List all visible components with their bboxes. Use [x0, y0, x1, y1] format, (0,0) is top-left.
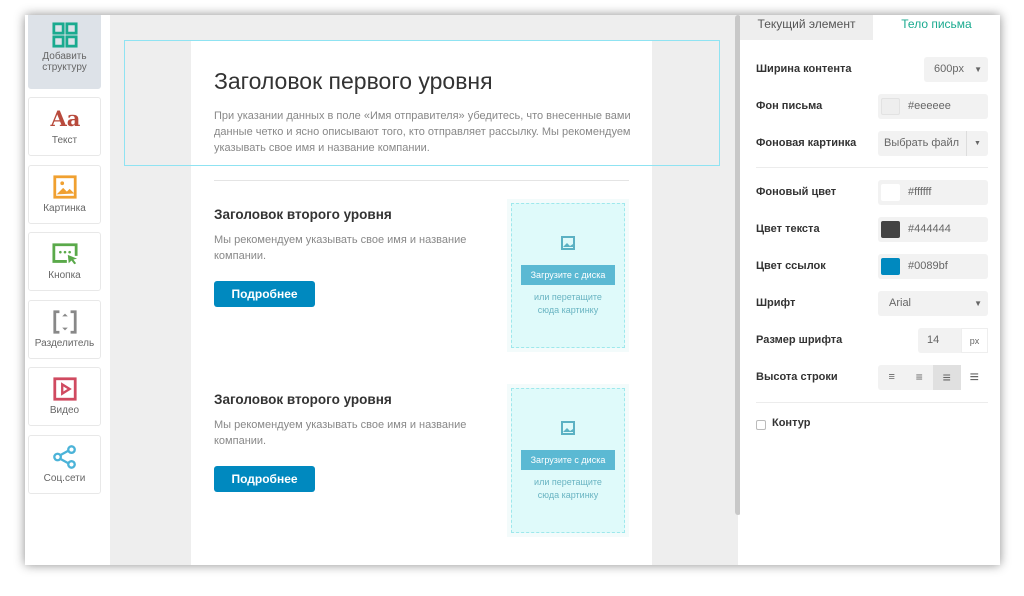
block-text: Мы рекомендуем указывать свое имя и назв… [214, 234, 467, 262]
email-canvas: Заголовок первого уровня При указании да… [110, 15, 741, 565]
tool-label: Видео [49, 405, 80, 416]
tool-label: Картинка [43, 203, 86, 214]
drop-hint: или перетащите сюда картинку [534, 292, 602, 315]
upload-button[interactable]: Загрузите с диска [521, 450, 615, 470]
mail-bg-label: Фон письма [756, 100, 823, 112]
tool-label: Кнопка [48, 270, 81, 281]
bg-color-field[interactable]: #ffffff [878, 180, 988, 205]
mail-bg-value: #eeeeee [908, 100, 951, 112]
choose-file-label: Выбрать файл [884, 137, 960, 149]
image-tool[interactable]: Картинка [28, 165, 101, 224]
content-width-select[interactable]: 600px ▼ [924, 57, 988, 82]
text-color-field[interactable]: #444444 [878, 217, 988, 242]
text-color-value: #444444 [908, 223, 951, 235]
tool-label: Соц.сети [43, 473, 86, 484]
divider [214, 180, 629, 181]
social-tool[interactable]: Соц.сети [28, 435, 101, 494]
link-color-field[interactable]: #0089bf [878, 254, 988, 279]
link-color-label: Цвет ссылок [756, 260, 826, 272]
font-size-unit: px [961, 328, 988, 353]
image-dropzone[interactable]: Загрузите с диска или перетащите сюда ка… [507, 199, 629, 352]
font-size-value: 14 [927, 334, 940, 346]
line-height-group: ≡ ≡ ≡ ≡ [878, 365, 988, 390]
font-size-label: Размер шрифта [756, 334, 843, 346]
video-tool[interactable]: Видео [28, 367, 101, 426]
font-select[interactable]: Arial ▼ [878, 291, 988, 316]
selection-outline [124, 40, 720, 166]
editor-window: Добавить структуру Aa Текст Картинка Кно… [25, 15, 1000, 565]
outline-checkbox[interactable] [756, 420, 766, 430]
tool-label: Текст [51, 135, 78, 146]
tool-label: Добавить структуру [42, 51, 87, 73]
text-color-label: Цвет текста [756, 223, 820, 235]
video-icon [52, 377, 77, 401]
divider-tool[interactable]: Разделитель [28, 300, 101, 359]
image-icon [52, 175, 77, 199]
upload-button[interactable]: Загрузите с диска [521, 265, 615, 285]
color-swatch[interactable] [881, 98, 900, 115]
image-dropzone[interactable]: Загрузите с диска или перетащите сюда ка… [507, 384, 629, 537]
add-structure-tool[interactable]: Добавить структуру [28, 15, 101, 89]
font-label: Шрифт [756, 297, 796, 309]
sidebar: Добавить структуру Aa Текст Картинка Кно… [25, 15, 110, 565]
outline-label: Контур [772, 417, 811, 429]
tool-label: Разделитель [34, 338, 95, 349]
mail-bg-color-field[interactable]: #eeeeee [878, 94, 988, 119]
color-swatch[interactable] [881, 184, 900, 201]
line-height-3-icon[interactable]: ≡ [933, 365, 961, 390]
text-tool[interactable]: Aa Текст [28, 97, 101, 156]
button-icon [51, 243, 78, 265]
tab-current-element[interactable]: Текущий элемент [740, 15, 873, 40]
share-icon [52, 445, 76, 469]
grid-icon [51, 22, 78, 48]
bg-color-value: #ffffff [908, 186, 932, 198]
bg-image-label: Фоновая картинка [756, 137, 857, 149]
outline-checkbox-row[interactable]: Контур [756, 415, 988, 440]
chevron-down-icon: ▼ [974, 299, 982, 308]
content-block[interactable]: Заголовок второго уровня Мы рекомендуем … [214, 384, 634, 537]
divider [756, 167, 988, 168]
link-color-value: #0089bf [908, 260, 948, 272]
divider [756, 402, 988, 403]
more-button[interactable]: Подробнее [214, 281, 315, 307]
bg-color-label: Фоновый цвет [756, 186, 837, 198]
content-block[interactable]: Заголовок второго уровня Мы рекомендуем … [214, 199, 634, 352]
chevron-down-icon: ▼ [974, 65, 982, 74]
font-value: Arial [889, 297, 912, 309]
drop-hint: или перетащите сюда картинку [534, 477, 602, 500]
block-text: Мы рекомендуем указывать свое имя и назв… [214, 419, 467, 447]
image-icon [561, 236, 575, 250]
color-swatch[interactable] [881, 258, 900, 275]
line-height-label: Высота строки [756, 371, 838, 383]
settings-panel: Текущий элемент Тело письма Ширина конте… [740, 15, 1000, 565]
divider-icon [52, 310, 77, 334]
content-width-value: 600px [934, 63, 964, 75]
caret-down-icon[interactable]: ▼ [966, 131, 988, 156]
line-height-2-icon[interactable]: ≡ [906, 365, 934, 390]
image-icon [561, 421, 575, 435]
choose-file-button[interactable]: Выбрать файл ▼ [878, 131, 988, 156]
text-icon: Aa [50, 106, 81, 131]
tab-mail-body[interactable]: Тело письма [873, 15, 1000, 40]
line-height-4-icon[interactable]: ≡ [960, 365, 988, 390]
color-swatch[interactable] [881, 221, 900, 238]
content-width-label: Ширина контента [756, 63, 852, 75]
line-height-1-icon[interactable]: ≡ [878, 365, 906, 390]
button-tool[interactable]: Кнопка [28, 232, 101, 291]
more-button[interactable]: Подробнее [214, 466, 315, 492]
font-size-input[interactable]: 14 px [918, 328, 988, 353]
